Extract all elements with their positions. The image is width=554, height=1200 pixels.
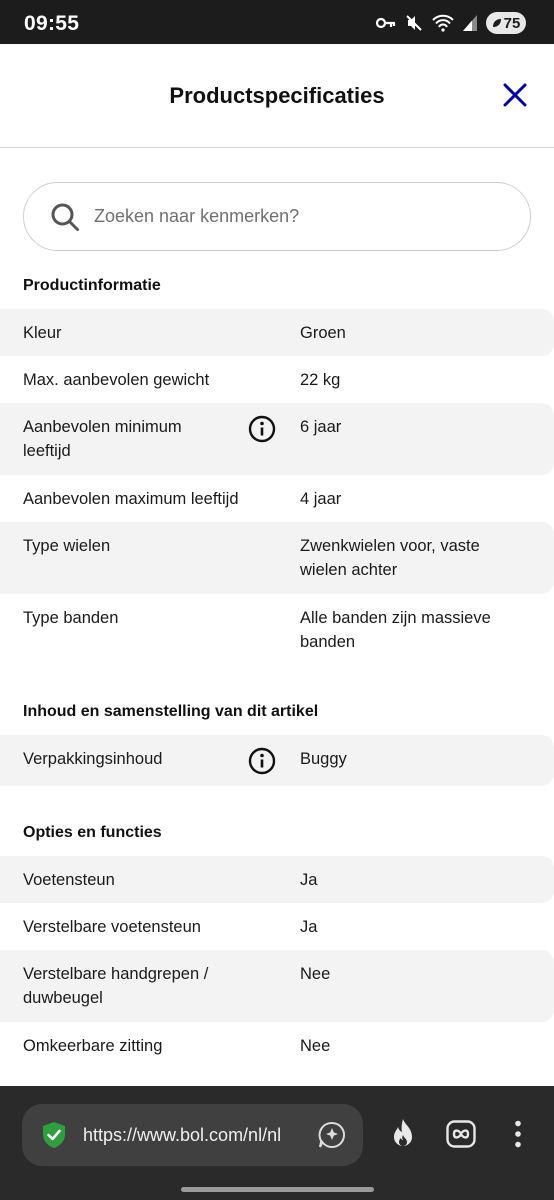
- battery-icon: 75: [486, 12, 526, 34]
- key-icon: [376, 17, 396, 29]
- page-title: Productspecificaties: [169, 83, 385, 108]
- spec-value: Zwenkwielen voor, vaste wielen achter: [300, 537, 480, 579]
- spec-row: Aanbevolen minimum leeftijd 6 jaar: [0, 403, 554, 475]
- spec-label: Kleur: [23, 324, 62, 342]
- sheet-header: Productspecificaties: [0, 44, 554, 148]
- address-bar[interactable]: https://www.bol.com/nl/nl: [22, 1104, 363, 1166]
- spec-label: Aanbevolen maximum leeftijd: [23, 490, 239, 508]
- spec-row: Max. aanbevolen gewicht 22 kg: [0, 356, 554, 403]
- search-box[interactable]: [23, 182, 531, 251]
- status-time: 09:55: [24, 12, 80, 35]
- status-bar: 09:55 75: [0, 0, 554, 44]
- spec-value: 22 kg: [300, 371, 341, 389]
- info-icon[interactable]: [248, 747, 276, 775]
- spec-row: Kleur Groen: [0, 309, 554, 356]
- spec-row: Verstelbare voetensteun Ja: [0, 903, 554, 950]
- url-text[interactable]: https://www.bol.com/nl/nl: [83, 1125, 303, 1146]
- spec-label: Verstelbare voetensteun: [23, 918, 201, 936]
- section-heading-productinformatie: Productinformatie: [23, 277, 161, 294]
- spec-value: Nee: [300, 965, 331, 983]
- spec-label: Aanbevolen minimum leeftijd: [23, 418, 182, 460]
- mute-icon: [406, 15, 422, 31]
- more-vertical-icon[interactable]: [508, 1120, 528, 1148]
- spec-label: Max. aanbevolen gewicht: [23, 371, 210, 389]
- assistant-icon[interactable]: [317, 1120, 347, 1150]
- spec-row: Voetensteun Ja: [0, 856, 554, 903]
- spec-value: Nee: [300, 1037, 331, 1055]
- info-icon[interactable]: [248, 415, 276, 443]
- spec-value: Groen: [300, 324, 346, 342]
- spec-row: Verpakkingsinhoud Buggy: [0, 735, 554, 786]
- spec-row: Type banden Alle banden zijn massieve ba…: [0, 594, 554, 666]
- spec-label: Type wielen: [23, 537, 111, 555]
- section-heading-opties: Opties en functies: [23, 824, 162, 841]
- spec-value: Buggy: [300, 750, 347, 768]
- spec-row: Verstelbare handgrepen / duwbeugel Nee: [0, 950, 554, 1022]
- shield-check-icon[interactable]: [39, 1120, 69, 1150]
- browser-toolbar: https://www.bol.com/nl/nl: [0, 1086, 554, 1200]
- home-indicator[interactable]: [181, 1187, 374, 1192]
- infinity-icon[interactable]: [446, 1120, 476, 1148]
- spec-table-productinformatie: Kleur Groen Max. aanbevolen gewicht 22 k…: [0, 309, 554, 666]
- spec-value: 6 jaar: [300, 418, 342, 436]
- spec-value: Ja: [300, 871, 318, 889]
- wifi-icon: [432, 14, 454, 32]
- spec-value: 4 jaar: [300, 490, 342, 508]
- spec-label: Type banden: [23, 609, 119, 627]
- spec-label: Voetensteun: [23, 871, 115, 889]
- spec-label: Verstelbare handgrepen / duwbeugel: [23, 965, 209, 1007]
- spec-value: Ja: [300, 918, 318, 936]
- fire-icon[interactable]: [388, 1118, 418, 1150]
- close-icon[interactable]: [502, 82, 528, 108]
- spec-label: Verpakkingsinhoud: [23, 750, 163, 768]
- spec-table-opties: Voetensteun Ja Verstelbare voetensteun J…: [0, 856, 554, 1069]
- status-icons: 75: [376, 12, 526, 34]
- spec-value: Alle banden zijn massieve banden: [300, 609, 491, 651]
- signal-icon: [463, 15, 477, 31]
- section-heading-inhoud: Inhoud en samenstelling van dit artikel: [23, 703, 319, 720]
- search-icon: [51, 203, 79, 231]
- spec-label: Omkeerbare zitting: [23, 1037, 163, 1055]
- spec-table-inhoud: Verpakkingsinhoud Buggy: [0, 735, 554, 786]
- spec-row: Omkeerbare zitting Nee: [0, 1022, 554, 1069]
- search-input[interactable]: [94, 206, 474, 227]
- spec-row: Aanbevolen maximum leeftijd 4 jaar: [0, 475, 554, 522]
- spec-row: Type wielen Zwenkwielen voor, vaste wiel…: [0, 522, 554, 594]
- battery-level: 75: [503, 14, 521, 32]
